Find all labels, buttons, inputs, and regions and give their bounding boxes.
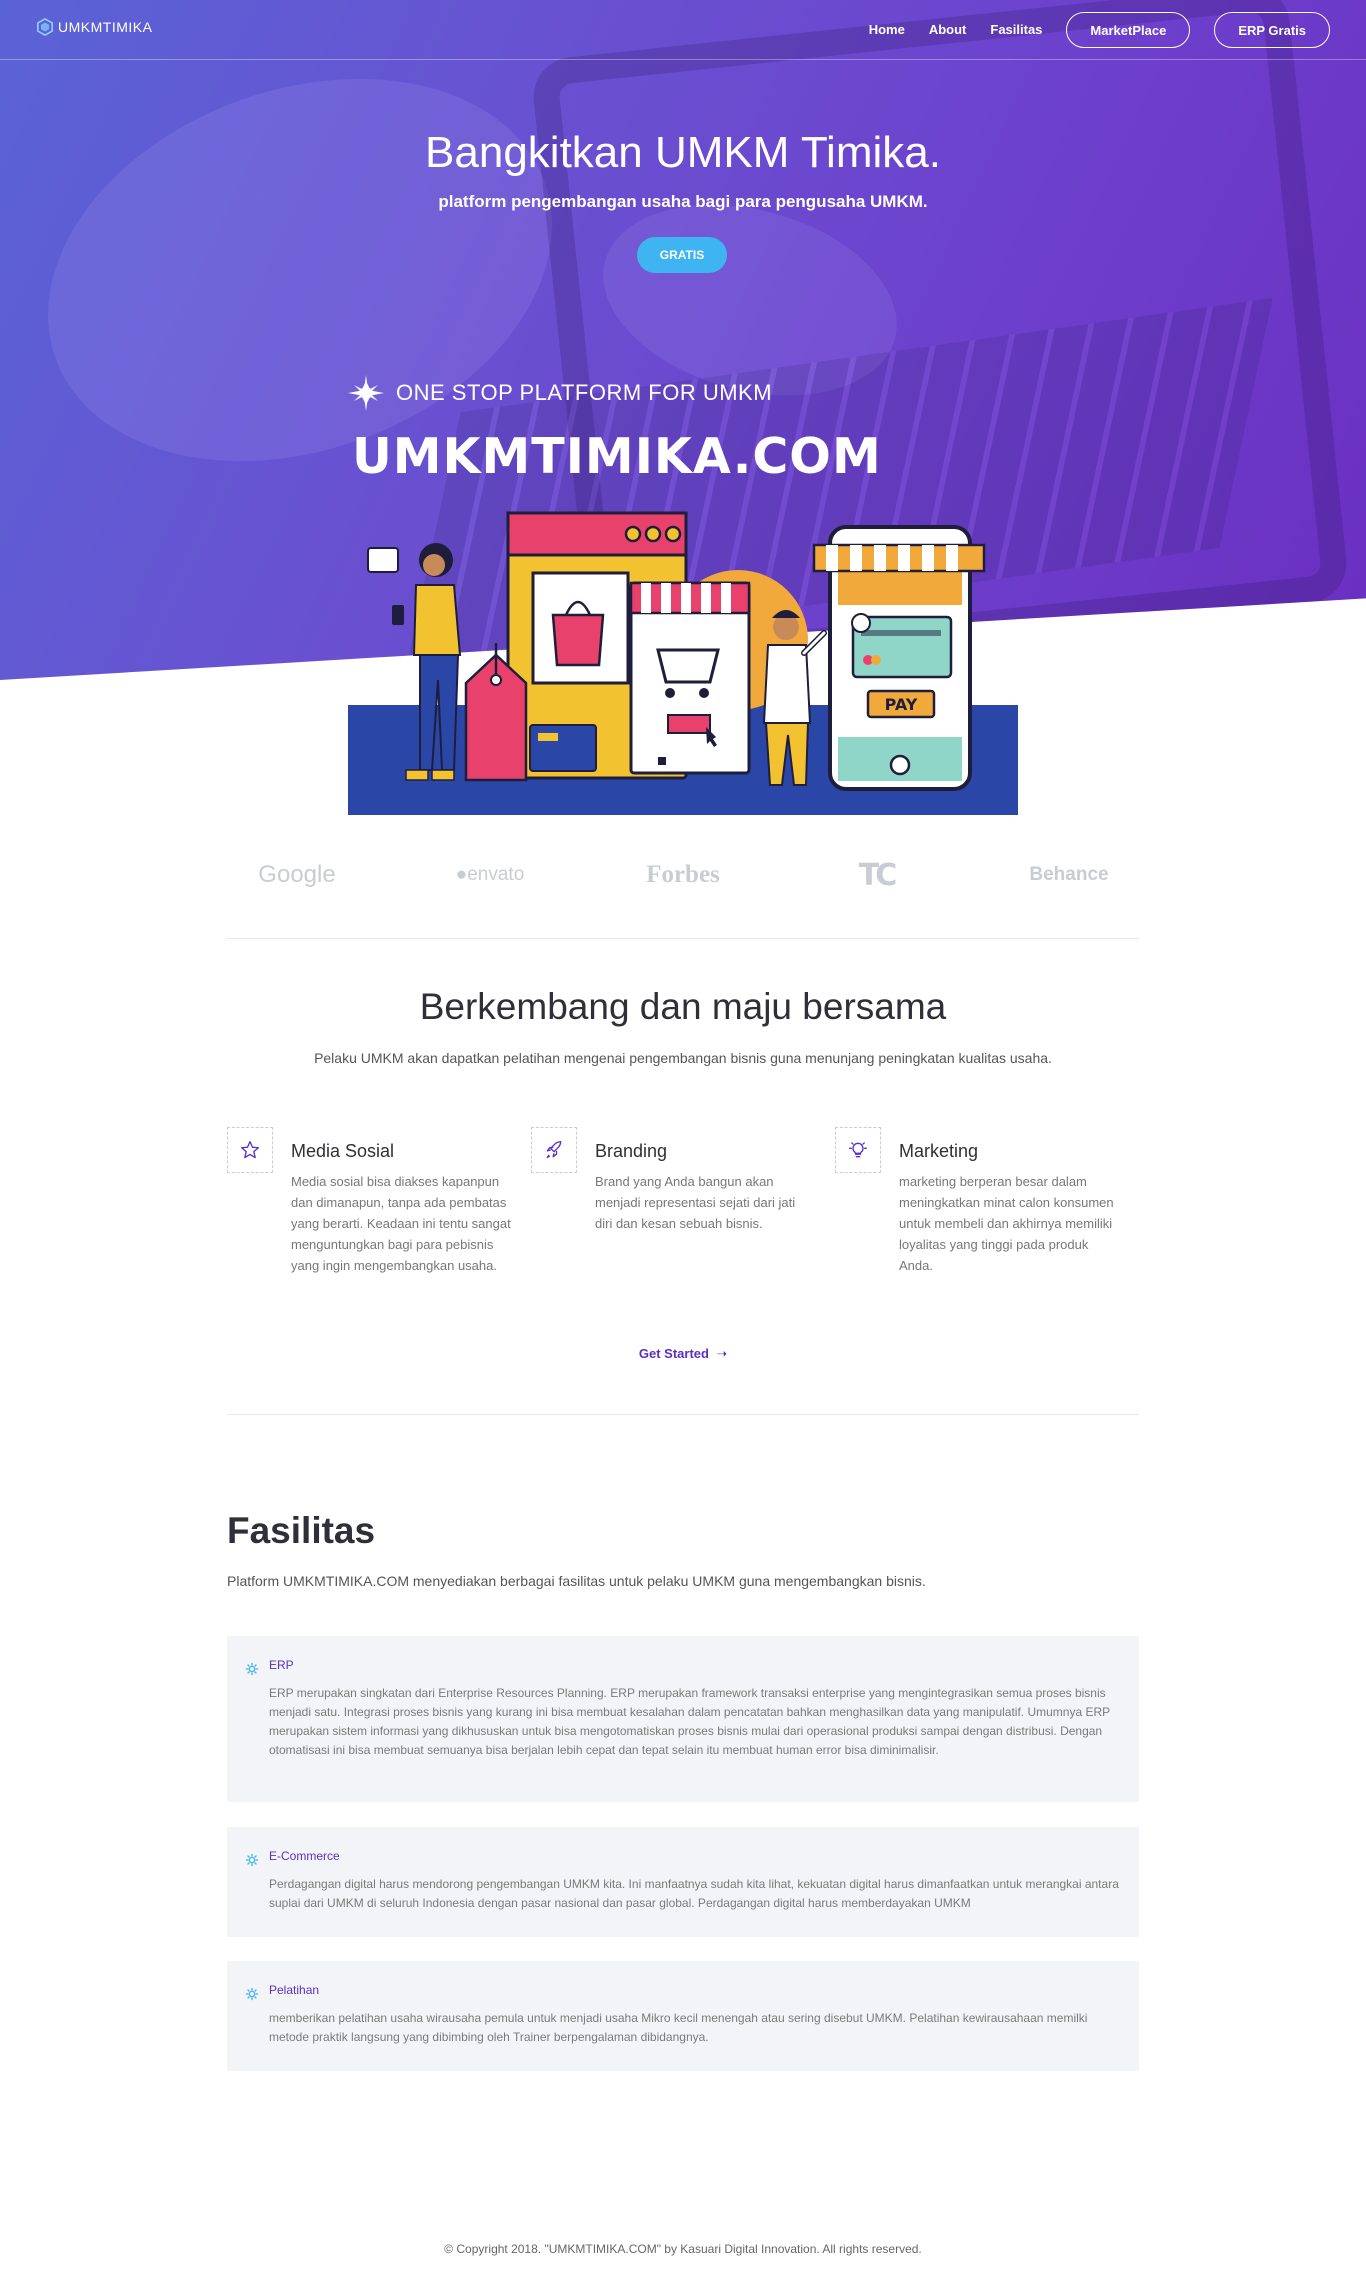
brand-name: UMKMTIMIKA xyxy=(58,19,153,35)
feature-title: Media Sosial xyxy=(291,1141,395,1161)
logo-icon xyxy=(36,18,54,36)
hero-illustration: ONE STOP PLATFORM FOR UMKM UMKMTIMIKA.CO… xyxy=(348,360,1018,815)
fasilitas-description: Platform UMKMTIMIKA.COM menyediakan berb… xyxy=(227,1573,926,1589)
cog-icon xyxy=(245,1662,259,1676)
lightbulb-icon xyxy=(835,1127,881,1173)
hero-subtitle: platform pengembangan usaha bagi para pe… xyxy=(438,192,928,211)
get-started-label: Get Started xyxy=(638,1346,709,1361)
star-icon xyxy=(227,1127,273,1173)
feature-text: Media sosial bisa diakses kapanpun dan d… xyxy=(291,1174,511,1273)
features-description: Pelaku UMKM akan dapatkan pelatihan meng… xyxy=(314,1050,1052,1066)
fasilitas-card-erp: ERP ERP merupakan singkatan dari Enterpr… xyxy=(227,1636,1139,1802)
tagline: ONE STOP PLATFORM FOR UMKM xyxy=(348,375,772,411)
sparkle-icon xyxy=(348,375,384,411)
feature-branding: Branding Brand yang Anda bangun akan men… xyxy=(531,1127,835,1307)
envato-leaf-icon: ● xyxy=(455,864,468,885)
gratis-button[interactable]: GRATIS xyxy=(637,237,727,273)
techcrunch-logo: TC xyxy=(858,857,897,893)
behance-logo: Behance xyxy=(1029,864,1109,885)
nav-home[interactable]: Home xyxy=(869,12,905,48)
card-title: ERP xyxy=(269,1658,294,1672)
forbes-logo: Forbes xyxy=(646,861,720,888)
shop-illustration: PAY xyxy=(348,511,1018,815)
marketplace-button[interactable]: MarketPlace xyxy=(1066,12,1191,48)
big-site-title: UMKMTIMIKA.COM xyxy=(352,428,882,485)
section-divider xyxy=(227,938,1139,939)
feature-marketing: Marketing marketing berperan besar dalam… xyxy=(835,1127,1139,1307)
get-started-link[interactable]: Get Started ➝ xyxy=(0,1346,1366,1362)
partner-logos: Google ●envato Forbes TC Behance xyxy=(227,855,1139,895)
cog-icon xyxy=(245,1853,259,1867)
pay-label: PAY xyxy=(885,695,918,714)
card-title: E-Commerce xyxy=(269,1849,340,1863)
rocket-icon xyxy=(531,1127,577,1173)
feature-media-sosial: Media Sosial Media sosial bisa diakses k… xyxy=(227,1127,531,1307)
arrow-right-icon: ➝ xyxy=(712,1346,728,1361)
brand-logo[interactable]: UMKMTIMIKA xyxy=(36,18,152,36)
fasilitas-card-ecommerce: E-Commerce Perdagangan digital harus men… xyxy=(227,1827,1139,1937)
card-text: memberikan pelatihan usaha wirausaha pem… xyxy=(269,2011,1088,2044)
tagline-text: ONE STOP PLATFORM FOR UMKM xyxy=(396,380,773,405)
hero-title: Bangkitkan UMKM Timika. xyxy=(425,128,941,177)
feature-text: Brand yang Anda bangun akan menjadi repr… xyxy=(595,1174,796,1231)
nav-fasilitas[interactable]: Fasilitas xyxy=(990,12,1042,48)
features-list: Media Sosial Media sosial bisa diakses k… xyxy=(227,1127,1139,1307)
features-title: Berkembang dan maju bersama xyxy=(419,986,947,1027)
nav-about[interactable]: About xyxy=(929,12,967,48)
erp-gratis-button[interactable]: ERP Gratis xyxy=(1214,12,1330,48)
envato-logo: ●envato xyxy=(455,864,525,885)
fasilitas-card-pelatihan: Pelatihan memberikan pelatihan usaha wir… xyxy=(227,1961,1139,2071)
card-title: Pelatihan xyxy=(269,1983,320,1997)
fasilitas-title: Fasilitas xyxy=(227,1510,376,1551)
section-divider xyxy=(227,1414,1139,1415)
cog-icon xyxy=(245,1987,259,2001)
feature-title: Branding xyxy=(595,1141,668,1161)
card-text: ERP merupakan singkatan dari Enterprise … xyxy=(269,1686,1110,1757)
top-navbar: UMKMTIMIKA Home About Fasilitas MarketPl… xyxy=(0,0,1366,60)
footer-copyright: © Copyright 2018. "UMKMTIMIKA.COM" by Ka… xyxy=(444,2242,922,2256)
card-text: Perdagangan digital harus mendorong peng… xyxy=(269,1877,1119,1910)
google-logo: Google xyxy=(258,861,336,888)
feature-title: Marketing xyxy=(899,1141,979,1161)
nav-links: Home About Fasilitas MarketPlace ERP Gra… xyxy=(845,12,1330,48)
feature-text: marketing berperan besar dalam meningkat… xyxy=(899,1174,1114,1273)
